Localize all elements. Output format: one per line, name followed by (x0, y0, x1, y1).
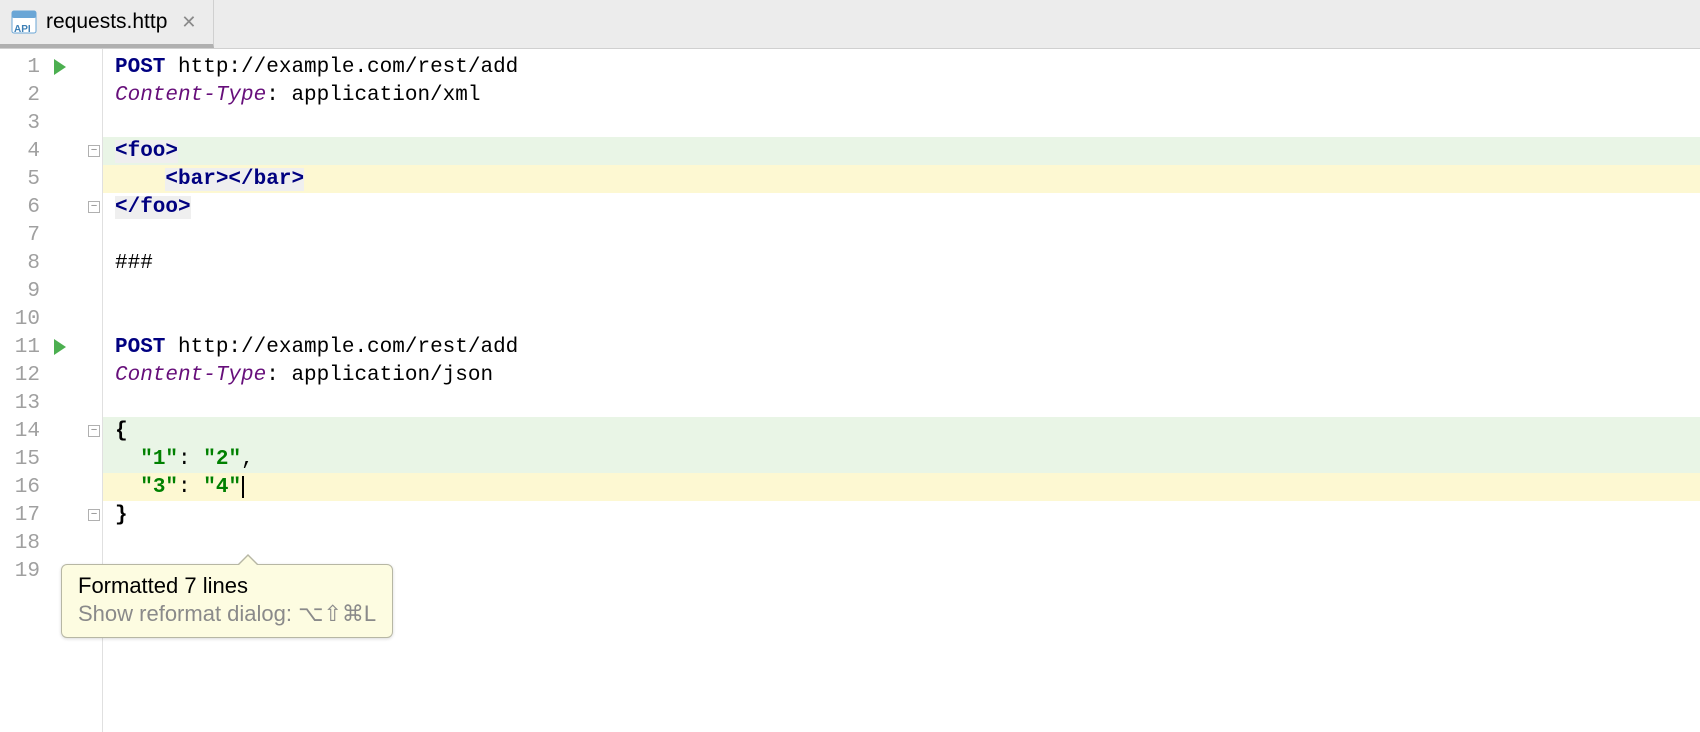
gutter-line: 3 (0, 109, 102, 137)
line-number: 10 (0, 308, 44, 331)
tab-bar-empty (214, 0, 1700, 48)
code-line[interactable] (103, 305, 1700, 333)
gutter-line: 17 − (0, 501, 102, 529)
code-line[interactable]: POST http://example.com/rest/add (103, 53, 1700, 81)
gutter-line: 9 (0, 277, 102, 305)
file-tab-requests[interactable]: API requests.http ✕ (0, 0, 214, 48)
gutter-line: 7 (0, 221, 102, 249)
gutter-line: 13 (0, 389, 102, 417)
fold-open-icon[interactable]: − (88, 145, 100, 157)
line-number: 4 (0, 140, 44, 163)
tooltip-shortcut: Show reformat dialog: ⌥⇧⌘L (78, 601, 376, 627)
line-number: 8 (0, 252, 44, 275)
gutter-line: 12 (0, 361, 102, 389)
gutter-line: 18 (0, 529, 102, 557)
code-line[interactable]: Content-Type: application/json (103, 361, 1700, 389)
line-number: 16 (0, 476, 44, 499)
gutter-line: 5 (0, 165, 102, 193)
code-line[interactable]: <foo> (103, 137, 1700, 165)
line-number: 6 (0, 196, 44, 219)
code-line[interactable]: "3": "4" (103, 473, 1700, 501)
gutter-line: 1 (0, 53, 102, 81)
gutter-line: 16 (0, 473, 102, 501)
text-cursor (242, 476, 244, 498)
line-number: 14 (0, 420, 44, 443)
gutter-line: 14 − (0, 417, 102, 445)
code-line[interactable]: { (103, 417, 1700, 445)
line-number: 19 (0, 560, 44, 583)
code-line[interactable]: POST http://example.com/rest/add (103, 333, 1700, 361)
run-request-icon[interactable] (54, 339, 66, 355)
line-number: 15 (0, 448, 44, 471)
line-number: 11 (0, 336, 44, 359)
code-line[interactable] (103, 389, 1700, 417)
code-line[interactable]: Content-Type: application/xml (103, 81, 1700, 109)
code-line[interactable] (103, 529, 1700, 557)
code-line[interactable]: </foo> (103, 193, 1700, 221)
editor: 1234−56−7891011121314−151617−1819 POST h… (0, 49, 1700, 732)
code-line[interactable]: } (103, 501, 1700, 529)
fold-open-icon[interactable]: − (88, 425, 100, 437)
line-number: 12 (0, 364, 44, 387)
tooltip-message: Formatted 7 lines (78, 573, 376, 599)
fold-close-icon[interactable]: − (88, 509, 100, 521)
gutter-line: 6− (0, 193, 102, 221)
gutter-line: 4− (0, 137, 102, 165)
line-number: 17 (0, 504, 44, 527)
gutter-line: 10 (0, 305, 102, 333)
close-icon[interactable]: ✕ (181, 12, 196, 33)
fold-close-icon[interactable]: − (88, 201, 100, 213)
gutter-line: 2 (0, 81, 102, 109)
line-number: 5 (0, 168, 44, 191)
line-number: 9 (0, 280, 44, 303)
code-line[interactable]: ### (103, 249, 1700, 277)
line-number: 1 (0, 56, 44, 79)
gutter-line: 11 (0, 333, 102, 361)
line-number: 18 (0, 532, 44, 555)
line-number: 7 (0, 224, 44, 247)
code-line[interactable] (103, 277, 1700, 305)
tab-bar: API requests.http ✕ (0, 0, 1700, 49)
code-line[interactable] (103, 221, 1700, 249)
http-file-icon: API (10, 8, 38, 36)
code-line[interactable]: <bar></bar> (103, 165, 1700, 193)
line-number: 13 (0, 392, 44, 415)
tab-filename: requests.http (46, 10, 167, 34)
line-number: 2 (0, 84, 44, 107)
svg-text:API: API (14, 24, 31, 35)
line-number: 3 (0, 112, 44, 135)
run-request-icon[interactable] (54, 59, 66, 75)
reformat-tooltip: Formatted 7 lines Show reformat dialog: … (61, 564, 393, 638)
gutter-line: 8 (0, 249, 102, 277)
code-line[interactable]: "1": "2", (103, 445, 1700, 473)
code-line[interactable] (103, 109, 1700, 137)
gutter-line: 15 (0, 445, 102, 473)
